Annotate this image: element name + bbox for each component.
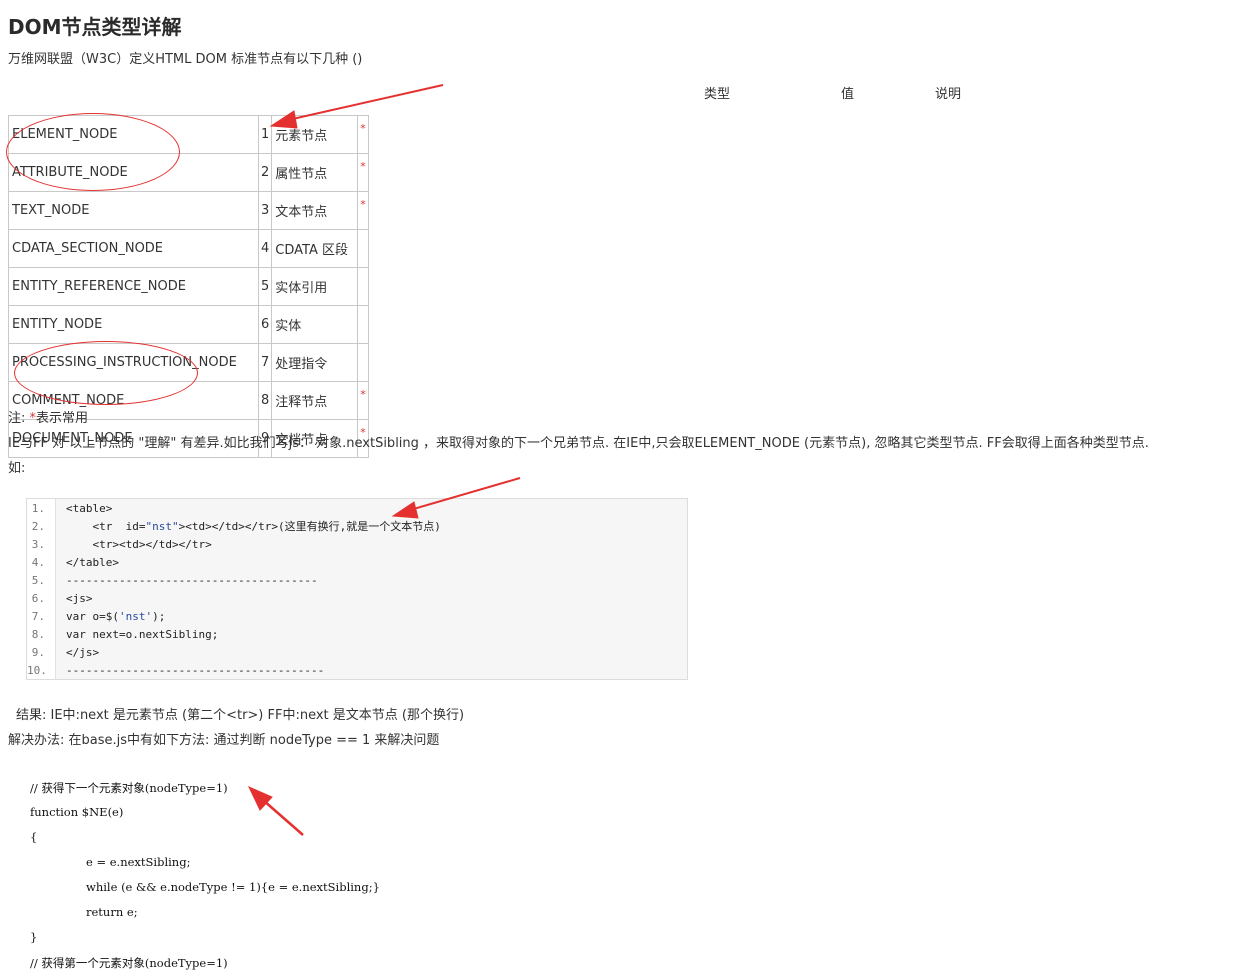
node-row: ENTITY_REFERENCE_NODE 5 实体引用 xyxy=(8,267,370,306)
code2-close-brace: } xyxy=(30,930,38,944)
code2-comment-next: // 获得下一个元素对象(nodeType=1) xyxy=(30,781,228,795)
node-value: 2 xyxy=(257,153,273,192)
code-segment: var o=$( xyxy=(66,610,119,623)
paragraph-example-label: 如: xyxy=(8,461,26,476)
node-common-mark: * xyxy=(357,115,370,154)
node-common-mark: * xyxy=(357,381,370,420)
code-text: <tr id="nst"><td></td></tr>(这里有换行,就是一个文本… xyxy=(66,518,441,536)
node-value: 8 xyxy=(257,381,273,420)
page-title: DOM节点类型详解 xyxy=(8,15,182,39)
node-row: ENTITY_NODE 6 实体 xyxy=(8,305,370,344)
line-number: 7. xyxy=(31,610,45,623)
arrow-head-3 xyxy=(247,786,273,811)
node-description: 实体引用 xyxy=(271,267,359,306)
code-text: </js> xyxy=(66,646,100,659)
node-description: 元素节点 xyxy=(271,115,359,154)
code2-open-brace: { xyxy=(30,830,38,844)
code-segment: <tr id= xyxy=(66,520,146,533)
code-string: 'nst' xyxy=(118,610,153,623)
line-number: 5. xyxy=(31,574,45,587)
node-name: ENTITY_REFERENCE_NODE xyxy=(8,267,259,306)
arrow-line-3 xyxy=(262,799,304,836)
code-block: 1. <table> 2. <tr id="nst"><td></td></tr>(… xyxy=(26,498,688,680)
node-row: CDATA_SECTION_NODE 4 CDATA 区段 xyxy=(8,229,370,268)
node-description: 属性节点 xyxy=(271,153,359,192)
code-segment: ><td></td></tr>(这里有换行,就是一个文本节点) xyxy=(178,520,441,533)
node-value: 7 xyxy=(257,343,273,382)
line-number: 9. xyxy=(31,646,45,659)
intro-text: 万维网联盟（W3C）定义HTML DOM 标准节点有以下几种 () xyxy=(8,52,363,67)
line-number: 1. xyxy=(31,502,45,515)
code2-line3: return e; xyxy=(86,905,138,919)
code2-line1: e = e.nextSibling; xyxy=(86,855,191,869)
node-common-mark xyxy=(357,267,370,306)
code-text: var o=$('nst'); xyxy=(66,608,165,626)
annotation-ellipse-bottom xyxy=(14,341,198,405)
paragraph-ie-ff: IE与FF 对 以上节点的 "理解" 有差异.如比我们写js： 对象.nextS… xyxy=(8,436,1149,451)
line-number: 3. xyxy=(31,538,45,551)
code-text: <js> xyxy=(66,592,93,605)
node-description: 处理指令 xyxy=(271,343,359,382)
node-description: CDATA 区段 xyxy=(271,229,359,268)
line-number: 8. xyxy=(31,628,45,641)
node-name: TEXT_NODE xyxy=(8,191,259,230)
code-segment: ); xyxy=(152,610,166,623)
node-name: ENTITY_NODE xyxy=(8,305,259,344)
note-text: 表示常用 xyxy=(36,411,89,426)
line-number: 6. xyxy=(31,592,45,605)
solution-text: 解决办法: 在base.js中有如下方法: 通过判断 nodeType == 1… xyxy=(8,733,440,748)
node-description: 实体 xyxy=(271,305,359,344)
note: 注: *表示常用 xyxy=(8,407,88,426)
code-text: -------------------------------------- xyxy=(66,574,318,587)
node-common-mark: * xyxy=(357,191,370,230)
header-value: 值 xyxy=(841,87,855,102)
line-number: 2. xyxy=(31,520,45,533)
annotation-ellipse-top xyxy=(6,113,180,191)
header-description: 说明 xyxy=(935,87,962,102)
node-value: 3 xyxy=(257,191,273,230)
node-common-mark: * xyxy=(357,153,370,192)
code-text: var next=o.nextSibling; xyxy=(66,628,219,641)
node-common-mark xyxy=(357,229,370,268)
node-common-mark xyxy=(357,305,370,344)
node-value: 5 xyxy=(257,267,273,306)
code-text: <tr><td></td></tr> xyxy=(66,538,212,551)
code2-comment-first: // 获得第一个元素对象(nodeType=1) xyxy=(30,956,228,970)
code-text: <table> xyxy=(66,502,113,515)
node-value: 4 xyxy=(257,229,273,268)
node-description: 文本节点 xyxy=(271,191,359,230)
code-string: "nst" xyxy=(145,520,179,533)
code2-function: function $NE(e) xyxy=(30,805,124,819)
header-type: 类型 xyxy=(704,87,731,102)
node-value: 1 xyxy=(257,115,273,154)
node-row: TEXT_NODE 3 文本节点 * xyxy=(8,191,370,230)
node-description: 注释节点 xyxy=(271,381,359,420)
result-text: 结果: IE中:next 是元素节点 (第二个<tr>) FF中:next 是文… xyxy=(16,708,465,723)
code2-line2: while (e && e.nodeType != 1){e = e.nextS… xyxy=(86,880,380,894)
note-prefix: 注: xyxy=(8,411,26,426)
code-text: --------------------------------------- xyxy=(66,664,325,677)
node-name: CDATA_SECTION_NODE xyxy=(8,229,259,268)
line-number: 4. xyxy=(31,556,45,569)
line-number: 10. xyxy=(27,664,47,677)
code-text: </table> xyxy=(66,556,119,569)
node-common-mark xyxy=(357,343,370,382)
node-value: 6 xyxy=(257,305,273,344)
